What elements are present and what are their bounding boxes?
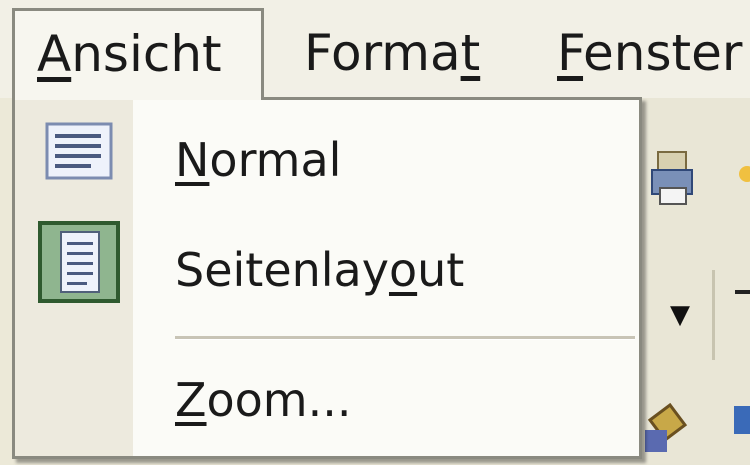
menu-ansicht[interactable]: Ansicht bbox=[12, 8, 264, 100]
menu-separator bbox=[175, 336, 635, 340]
menu-bar: Ansicht Format Fenster bbox=[0, 0, 750, 100]
toolbar-separator bbox=[712, 270, 715, 360]
toolbar-icon-partial[interactable] bbox=[733, 160, 750, 190]
menu-ansicht-label: Ansicht bbox=[37, 25, 222, 83]
menu-item-seitenlayout[interactable]: Seitenlayout bbox=[15, 220, 639, 320]
menu-fenster[interactable]: Fenster bbox=[535, 20, 750, 98]
format-painter-icon[interactable] bbox=[640, 400, 690, 460]
normal-view-icon bbox=[45, 122, 113, 180]
print-preview-icon[interactable] bbox=[650, 150, 694, 206]
menu-item-seitenlayout-label: Seitenlayout bbox=[175, 243, 465, 297]
menu-item-zoom-label: Zoom... bbox=[175, 373, 352, 427]
dropdown-arrow-icon[interactable]: ▼ bbox=[670, 300, 690, 330]
toolbar-icon-partial-2[interactable] bbox=[730, 400, 750, 440]
toolbar-dash-icon[interactable] bbox=[735, 290, 750, 294]
menu-format[interactable]: Format bbox=[282, 20, 502, 98]
menu-item-normal-label: Normal bbox=[175, 133, 342, 187]
menu-fenster-label: Fenster bbox=[557, 24, 743, 82]
menu-item-normal[interactable]: Normal bbox=[15, 110, 639, 210]
page-layout-icon bbox=[38, 221, 120, 303]
ansicht-dropdown-menu: Normal Seitenlayout Zoom... bbox=[12, 97, 642, 459]
menu-item-zoom[interactable]: Zoom... bbox=[15, 350, 639, 450]
menu-format-label: Format bbox=[304, 24, 481, 82]
